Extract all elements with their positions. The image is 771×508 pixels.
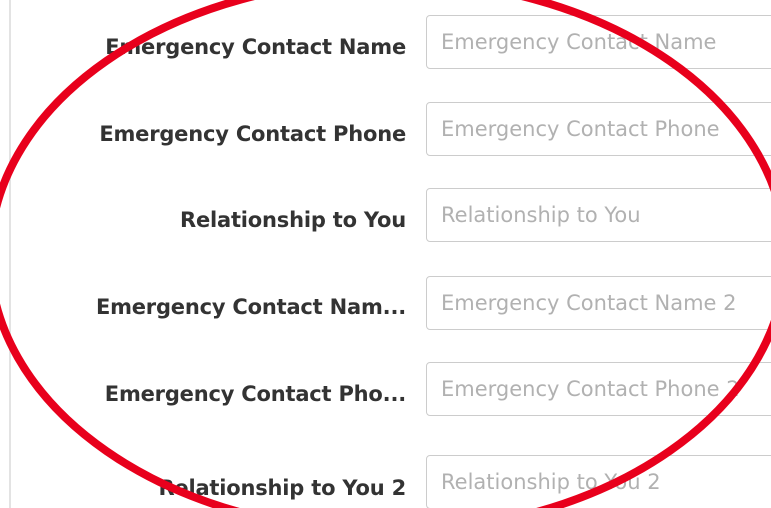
emergency-contact-name-label: Emergency Contact Name <box>105 35 406 59</box>
relationship-2-input[interactable] <box>426 455 771 508</box>
relationship-2-label: Relationship to You 2 <box>158 476 406 500</box>
relationship-input[interactable] <box>426 188 771 242</box>
panel-left-border <box>9 0 11 508</box>
emergency-contact-phone-2-input[interactable] <box>426 362 771 416</box>
emergency-contact-phone-2-label: Emergency Contact Pho... <box>104 382 406 406</box>
emergency-contact-name-input[interactable] <box>426 15 771 69</box>
emergency-contact-name-2-input[interactable] <box>426 276 771 330</box>
emergency-contact-phone-input[interactable] <box>426 102 771 156</box>
red-ellipse-annotation <box>0 0 771 508</box>
form-page: Emergency Contact Name Emergency Contact… <box>0 0 771 508</box>
relationship-label: Relationship to You <box>179 208 406 232</box>
emergency-contact-phone-label: Emergency Contact Phone <box>99 122 406 146</box>
emergency-contact-name-2-label: Emergency Contact Nam... <box>95 295 406 319</box>
